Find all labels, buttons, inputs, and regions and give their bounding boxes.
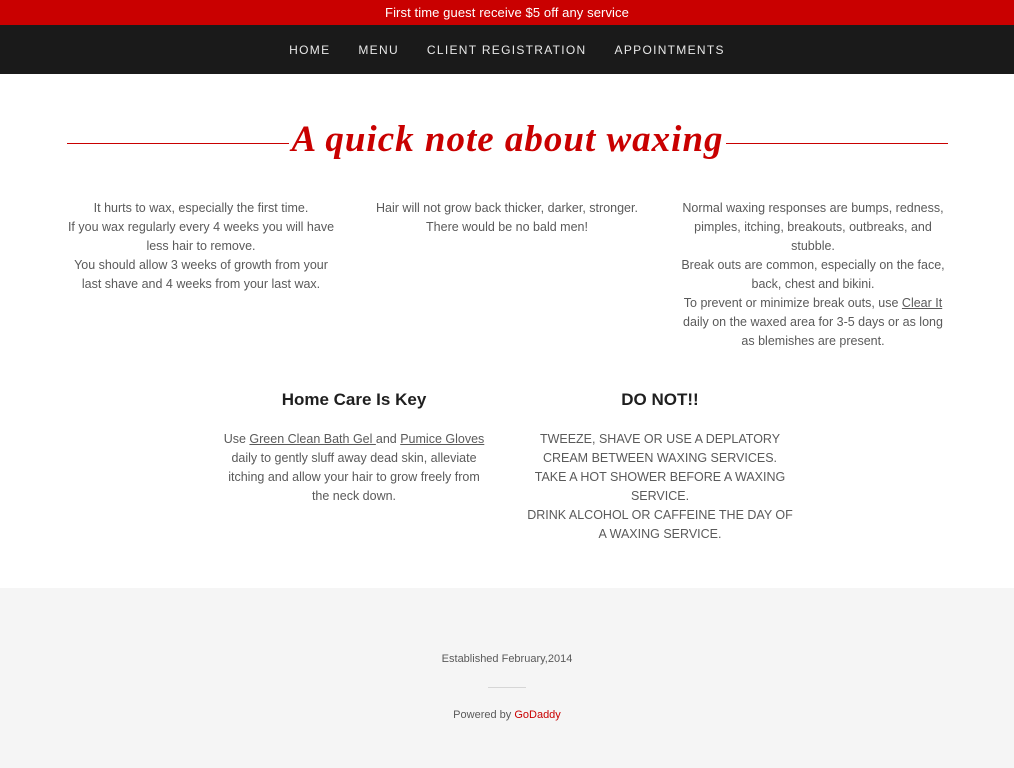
- text-line: If you wax regularly every 4 weeks you w…: [67, 220, 335, 253]
- do-not-heading: DO NOT!!: [621, 390, 699, 409]
- nav-appointments-link[interactable]: APPOINTMENTS: [615, 43, 725, 57]
- promo-banner: First time guest receive $5 off any serv…: [0, 0, 1014, 25]
- title-rule-left: [67, 143, 289, 144]
- green-clean-bath-gel-link[interactable]: Green Clean Bath Gel: [249, 432, 375, 446]
- promo-text: First time guest receive $5 off any serv…: [385, 5, 629, 20]
- text-line: You should allow 3 weeks of growth from …: [74, 258, 328, 291]
- established-text: Established February,2014: [441, 653, 573, 665]
- hair-growth-text: Hair will not grow back thicker, darker,…: [373, 199, 641, 237]
- home-care-heading: Home Care Is Key: [281, 390, 427, 409]
- text-line: There would be no bald men!: [426, 220, 588, 234]
- home-care-text: Use Green Clean Bath Gel and Pumice Glov…: [220, 430, 488, 506]
- pumice-gloves-link[interactable]: Pumice Gloves: [400, 432, 484, 446]
- nav-home-link[interactable]: HOME: [289, 43, 330, 57]
- waxing-responses-text: Normal waxing responses are bumps, redne…: [679, 199, 947, 351]
- text-line: It hurts to wax, especially the first ti…: [93, 201, 309, 215]
- waxing-pain-text: It hurts to wax, especially the first ti…: [67, 199, 335, 294]
- main-navigation: HOME MENU CLIENT REGISTRATION APPOINTMEN…: [0, 25, 1014, 74]
- nav-client-registration-link[interactable]: CLIENT REGISTRATION: [427, 43, 587, 57]
- footer-divider: [488, 687, 526, 688]
- do-not-text: TWEEZE, SHAVE OR USE A DEPLATORY CREAM B…: [526, 430, 794, 544]
- text-line: TAKE A HOT SHOWER BEFORE A WAXING SERVIC…: [534, 470, 786, 503]
- text-line: To prevent or minimize break outs, use C…: [679, 294, 947, 351]
- text-fragment: Powered by: [453, 709, 515, 721]
- clear-it-link[interactable]: Clear It: [902, 296, 942, 310]
- godaddy-link[interactable]: GoDaddy: [514, 709, 560, 721]
- text-fragment: Use: [223, 432, 250, 446]
- nav-menu-link[interactable]: MENU: [358, 43, 399, 57]
- text-line: Use Green Clean Bath Gel and Pumice Glov…: [220, 430, 488, 506]
- title-section: A quick note about waxing: [0, 74, 1014, 214]
- title-rule-right: [726, 143, 948, 144]
- text-fragment: daily on the waxed area for 3-5 days or …: [683, 315, 943, 348]
- text-line: Normal waxing responses are bumps, redne…: [682, 201, 944, 253]
- text-fragment: To prevent or minimize break outs, use: [683, 296, 902, 310]
- text-fragment: daily to gently sluff away dead skin, al…: [228, 451, 480, 503]
- site-footer: Established February,2014 Powered by GoD…: [0, 588, 1014, 768]
- page-title: A quick note about waxing: [291, 119, 724, 160]
- text-fragment: and: [375, 432, 401, 446]
- text-line: Break outs are common, especially on the…: [681, 258, 945, 291]
- text-line: DRINK ALCOHOL OR CAFFEINE THE DAY OF A W…: [527, 508, 793, 541]
- text-line: Hair will not grow back thicker, darker,…: [376, 201, 638, 215]
- powered-by-text: Powered by GoDaddy: [0, 709, 1014, 721]
- text-line: TWEEZE, SHAVE OR USE A DEPLATORY CREAM B…: [539, 432, 781, 465]
